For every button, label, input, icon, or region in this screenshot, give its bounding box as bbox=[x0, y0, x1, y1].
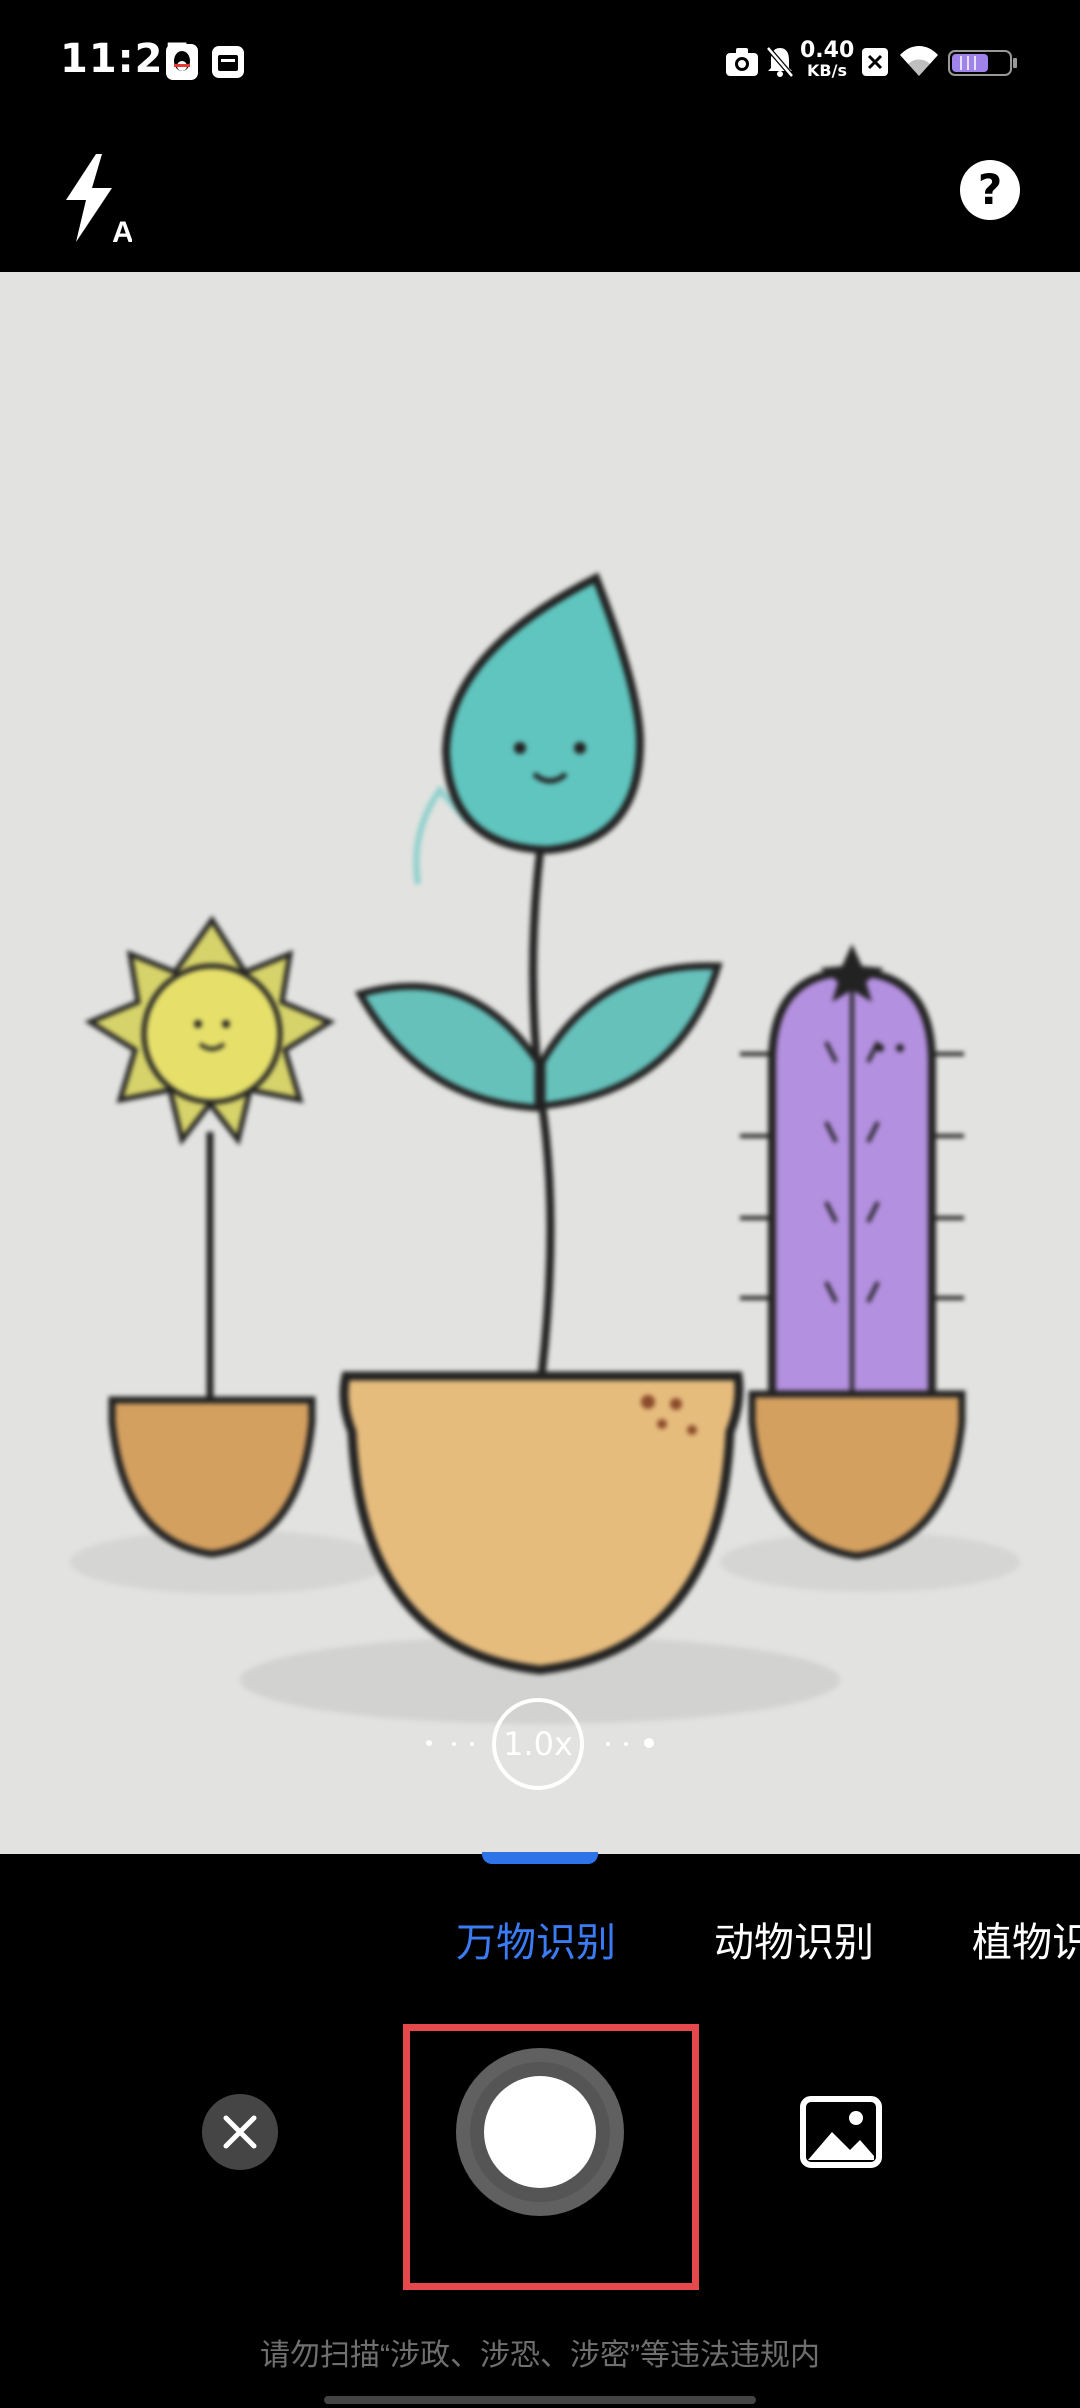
net-speed-unit: KB/s bbox=[807, 61, 847, 80]
zoom-dot bbox=[606, 1742, 610, 1746]
mode-indicator bbox=[482, 1852, 598, 1864]
mode-tab-all-objects[interactable]: 万物识别 bbox=[456, 1910, 616, 1968]
zoom-dot bbox=[452, 1742, 456, 1746]
qq-icon bbox=[166, 44, 198, 80]
mode-tab-animals[interactable]: 动物识别 bbox=[714, 1910, 874, 1968]
battery-icon bbox=[948, 50, 1017, 76]
status-bar: 11:25 0.40 KB/s bbox=[0, 0, 1080, 130]
flash-auto-icon[interactable]: A bbox=[62, 154, 132, 244]
close-box-icon bbox=[862, 48, 888, 76]
help-button[interactable]: ? bbox=[960, 160, 1020, 220]
mode-tab-plants[interactable]: 植物识 bbox=[972, 1910, 1080, 1968]
mute-icon bbox=[766, 46, 794, 78]
home-indicator[interactable] bbox=[324, 2396, 756, 2404]
zoom-dot bbox=[426, 1740, 432, 1746]
flash-mode-letter: A bbox=[112, 216, 132, 244]
camera-icon bbox=[726, 48, 758, 76]
camera-preview[interactable] bbox=[0, 272, 1080, 1854]
zoom-dot bbox=[624, 1742, 628, 1746]
zoom-dot bbox=[470, 1742, 474, 1746]
mode-selector: 万物识别 动物识别 植物识 bbox=[0, 1900, 1080, 1980]
zoom-level-button[interactable]: 1.0x bbox=[492, 1698, 584, 1790]
camera-scene-image bbox=[70, 572, 1020, 1724]
scan-notice: 请勿扫描“涉政、涉恐、涉密”等违法违规内 bbox=[260, 2339, 820, 2372]
net-speed-value: 0.40 bbox=[800, 38, 855, 63]
shutter-button[interactable] bbox=[456, 2048, 624, 2216]
gallery-icon[interactable] bbox=[800, 2096, 882, 2168]
zoom-dot bbox=[644, 1738, 654, 1748]
shutter-inner bbox=[484, 2076, 596, 2188]
close-icon bbox=[223, 2115, 257, 2149]
close-button[interactable] bbox=[202, 2094, 278, 2170]
calendar-app-icon bbox=[212, 46, 244, 78]
top-controls: A bbox=[0, 130, 1080, 272]
net-speed: 0.40 KB/s bbox=[800, 40, 854, 80]
wifi-icon bbox=[900, 46, 938, 76]
